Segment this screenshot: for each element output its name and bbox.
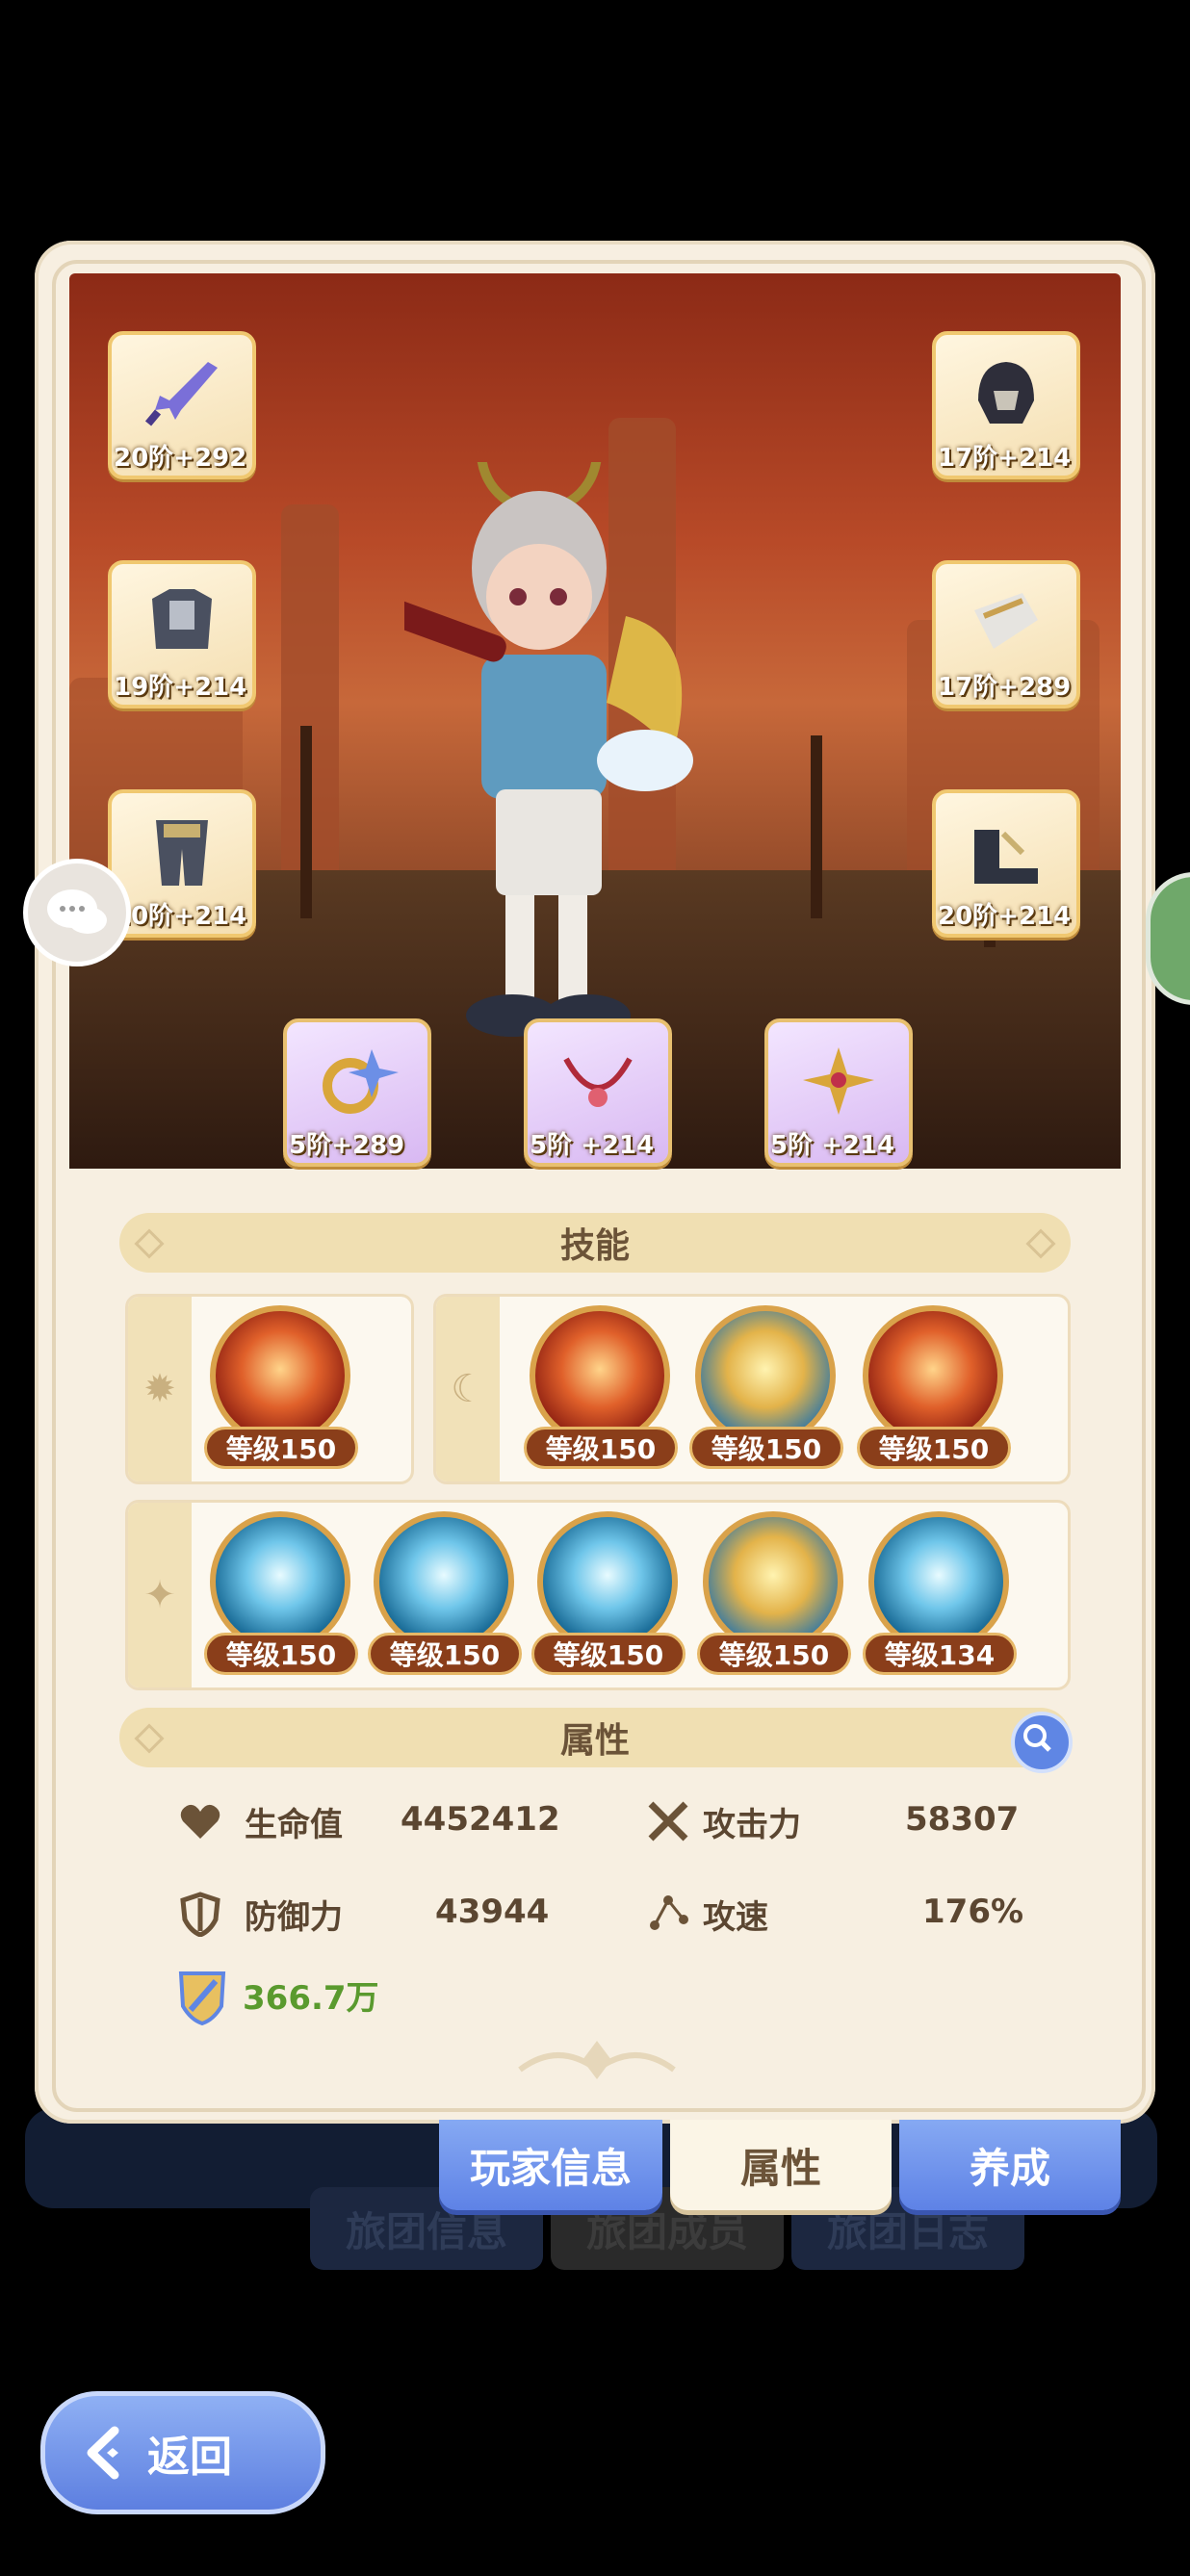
heart-icon <box>180 1804 220 1839</box>
equip-slot-helmet[interactable]: 17阶+214 <box>932 331 1080 479</box>
equip-level: 17阶+289 <box>938 673 1072 702</box>
player-character <box>404 462 693 1037</box>
attack-speed-value: 176% <box>922 1893 1024 1931</box>
hp-label: 生命值 <box>245 1806 343 1844</box>
skill-level: 等级150 <box>204 1427 358 1469</box>
chat-button[interactable] <box>23 859 131 966</box>
skill-icon[interactable] <box>537 1511 678 1652</box>
equip-level: 19阶+214 <box>114 673 247 702</box>
boots-icon <box>974 830 1038 884</box>
attack-value: 58307 <box>905 1800 1020 1839</box>
ring-icon <box>323 1049 399 1114</box>
skills-header: 技能 <box>119 1213 1071 1273</box>
skill-icon[interactable] <box>210 1511 350 1652</box>
necklace-icon <box>563 1057 633 1107</box>
skill-level: 等级150 <box>697 1633 851 1675</box>
skill-level: 等级150 <box>689 1427 843 1469</box>
leg-armor-icon <box>156 820 208 886</box>
skill-icon[interactable] <box>374 1511 514 1652</box>
tab-player-info[interactable]: 玩家信息 <box>439 2120 662 2210</box>
equip-slot-gauntlets[interactable]: 17阶+289 <box>932 560 1080 708</box>
helmet-icon <box>978 362 1034 424</box>
equip-level: 17阶+214 <box>938 444 1072 473</box>
equip-level: 20阶+214 <box>938 902 1072 931</box>
moon-icon: ☾ <box>436 1297 500 1481</box>
skill-level: 等级134 <box>863 1633 1017 1675</box>
accessory-slot-necklace[interactable]: 5阶 +214 <box>524 1018 672 1167</box>
skill-level: 等级150 <box>531 1633 686 1675</box>
attributes-title: 属性 <box>559 1721 630 1761</box>
back-button[interactable]: 返回 <box>40 2391 325 2514</box>
back-label: 返回 <box>147 2433 232 2482</box>
combat-power-icon <box>178 1971 226 2025</box>
tab-attributes[interactable]: 属性 <box>670 2120 892 2210</box>
attack-speed-label: 攻速 <box>703 1898 768 1937</box>
accessory-level: 5阶 +214 <box>530 1131 655 1160</box>
sword-icon <box>144 362 218 426</box>
skill-icon[interactable] <box>210 1305 350 1446</box>
sun-icon: ✹ <box>128 1297 192 1481</box>
skill-level: 等级150 <box>204 1633 358 1675</box>
attribute-detail-button[interactable] <box>1011 1712 1073 1773</box>
skill-icon[interactable] <box>863 1305 1003 1446</box>
defense-value: 43944 <box>435 1893 550 1931</box>
hp-value: 4452412 <box>401 1800 560 1839</box>
defense-label: 防御力 <box>245 1898 343 1937</box>
skill-icon[interactable] <box>530 1305 670 1446</box>
equip-level: 20阶+292 <box>114 444 247 473</box>
accessory-level: 5阶 +214 <box>770 1131 895 1160</box>
equip-slot-boots[interactable]: 20阶+214 <box>932 789 1080 938</box>
chat-icon <box>47 889 107 934</box>
equip-slot-sword[interactable]: 20阶+292 <box>108 331 256 479</box>
equip-slot-chest[interactable]: 19阶+214 <box>108 560 256 708</box>
skill-icon[interactable] <box>868 1511 1009 1652</box>
accessory-slot-ring[interactable]: 5阶+289 <box>283 1018 431 1167</box>
gauntlets-icon <box>974 593 1038 649</box>
attack-icon <box>648 1801 688 1842</box>
attack-speed-icon <box>650 1895 688 1930</box>
skill-level: 等级150 <box>368 1633 522 1675</box>
skill-level: 等级150 <box>857 1427 1011 1469</box>
search-icon <box>1023 1724 1051 1752</box>
accessory-level: 5阶+289 <box>289 1131 405 1160</box>
back-arrow-icon <box>87 2426 119 2480</box>
skill-icon[interactable] <box>695 1305 836 1446</box>
shield-icon <box>180 1892 220 1937</box>
chest-armor-icon <box>152 589 212 649</box>
combat-power-value: 366.7万 <box>243 1979 379 2018</box>
star-icon: ✦ <box>128 1503 192 1687</box>
attack-label: 攻击力 <box>703 1806 801 1844</box>
attributes-header: 属性 <box>119 1708 1071 1767</box>
amulet-icon <box>803 1047 874 1115</box>
tab-training[interactable]: 养成 <box>899 2120 1121 2210</box>
panel-ornament-icon <box>518 2041 676 2079</box>
skills-title: 技能 <box>559 1226 630 1266</box>
accessory-slot-amulet[interactable]: 5阶 +214 <box>764 1018 913 1167</box>
skill-icon[interactable] <box>703 1511 843 1652</box>
skill-level: 等级150 <box>524 1427 678 1469</box>
equip-level: 20阶+214 <box>114 902 247 931</box>
